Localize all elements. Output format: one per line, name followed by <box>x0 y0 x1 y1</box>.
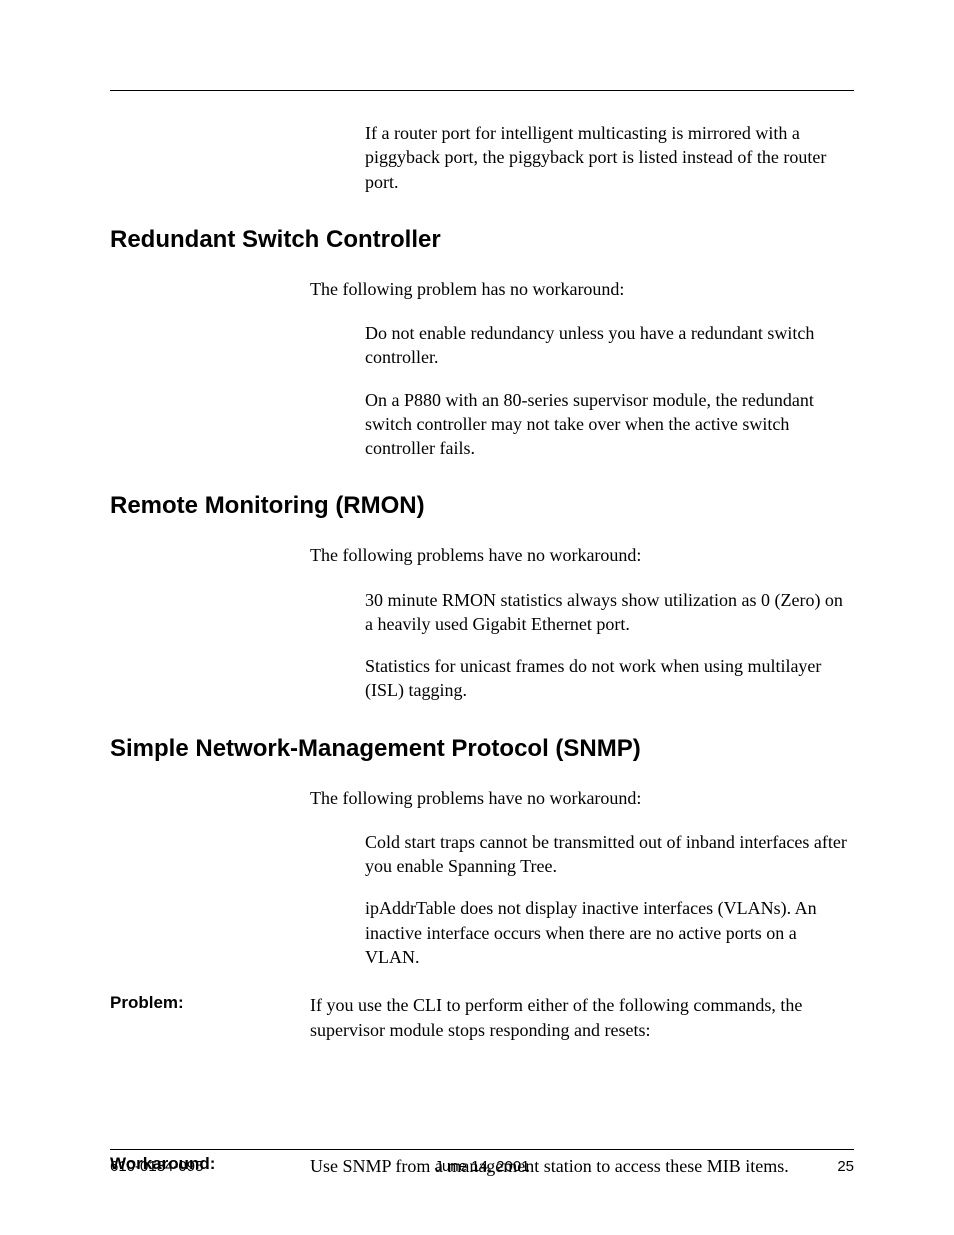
paragraph-rmon-1: 30 minute RMON statistics always show ut… <box>365 588 854 637</box>
footer-date: June 14, 2001 <box>110 1158 854 1175</box>
intro-snmp: The following problems have no workaroun… <box>310 786 854 810</box>
heading-snmp: Simple Network-Management Protocol (SNMP… <box>110 735 854 764</box>
footer-page-number: 25 <box>837 1158 854 1175</box>
footer-rule <box>110 1149 854 1150</box>
problem-text: If you use the CLI to perform either of … <box>310 993 854 1042</box>
paragraph-redundant-1: Do not enable redundancy unless you have… <box>365 321 854 370</box>
header-rule <box>110 90 854 91</box>
heading-redundant-switch-controller: Redundant Switch Controller <box>110 226 854 255</box>
paragraph-redundant-2: On a P880 with an 80-series supervisor m… <box>365 388 854 461</box>
page-footer: 610-0184-095 June 14, 2001 25 <box>110 1149 854 1175</box>
spacer <box>110 1060 854 1130</box>
footer-content: 610-0184-095 June 14, 2001 25 <box>110 1158 854 1175</box>
heading-rmon: Remote Monitoring (RMON) <box>110 492 854 521</box>
paragraph-snmp-2: ipAddrTable does not display inactive in… <box>365 896 854 969</box>
top-paragraph: If a router port for intelligent multica… <box>365 121 854 194</box>
intro-rmon: The following problems have no workaroun… <box>310 543 854 567</box>
problem-row: Problem: If you use the CLI to perform e… <box>110 993 854 1042</box>
paragraph-rmon-2: Statistics for unicast frames do not wor… <box>365 654 854 703</box>
document-page: If a router port for intelligent multica… <box>0 0 954 1235</box>
footer-doc-id: 610-0184-095 <box>110 1158 203 1175</box>
intro-redundant: The following problem has no workaround: <box>310 277 854 301</box>
paragraph-snmp-1: Cold start traps cannot be transmitted o… <box>365 830 854 879</box>
problem-label: Problem: <box>110 993 310 1042</box>
